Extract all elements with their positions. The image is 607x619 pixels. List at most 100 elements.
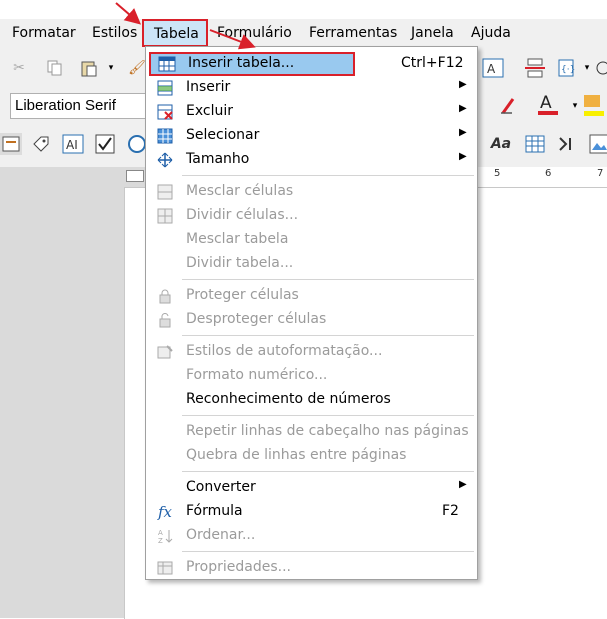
menu-separator <box>182 415 474 416</box>
menu-item-label: Formato numérico... <box>186 367 328 383</box>
menu-item-label: Converter <box>186 479 256 495</box>
cut-icon[interactable]: ✂ <box>8 57 30 79</box>
submenu-arrow-icon: ▶ <box>459 79 467 90</box>
submenu-arrow-icon: ▶ <box>459 479 467 490</box>
sort-icon: AZ <box>156 527 174 545</box>
submenu-arrow-icon: ▶ <box>459 103 467 114</box>
lock-icon <box>156 287 174 305</box>
menu-item-shortcut: F2 <box>442 503 459 519</box>
menu-estilos[interactable]: Estilos <box>92 25 137 41</box>
menu-item-label: Dividir tabela... <box>186 255 294 271</box>
menu-item-proteger-celulas[interactable]: Proteger células <box>146 284 477 308</box>
ruler-mark: 5 <box>494 168 501 179</box>
menu-item-inserir-tabela[interactable]: Inserir tabela... <box>149 52 355 76</box>
properties-icon <box>156 559 174 577</box>
ruler-mark: 6 <box>545 168 552 179</box>
menu-item-tamanho[interactable]: Tamanho ▶ <box>146 148 477 172</box>
menu-separator <box>182 551 474 552</box>
svg-text:{·}: {·} <box>561 65 575 75</box>
menu-item-label: Fórmula <box>186 503 243 519</box>
special-char-icon[interactable] <box>592 57 607 79</box>
menu-item-shortcut: Ctrl+F12 <box>401 55 464 71</box>
menu-item-desproteger-celulas[interactable]: Desproteger células <box>146 308 477 332</box>
field-icon[interactable]: {·} <box>556 57 578 79</box>
menu-item-formula[interactable]: fx Fórmula F2 <box>146 500 477 524</box>
ruler: 5 6 7 <box>478 167 607 188</box>
font-name-combo[interactable]: Liberation Serif <box>10 93 150 119</box>
menu-item-inserir[interactable]: Inserir ▶ <box>146 76 477 100</box>
menu-item-label: Estilos de autoformatação... <box>186 343 383 359</box>
table-icon <box>158 55 176 73</box>
submenu-arrow-icon: ▶ <box>459 127 467 138</box>
menu-item-repetir-cabecalho[interactable]: Repetir linhas de cabeçalho nas páginas <box>146 420 477 444</box>
paste-icon[interactable] <box>78 57 100 79</box>
tag-icon[interactable] <box>30 133 52 155</box>
formula-icon: fx <box>157 503 172 521</box>
paste-dropdown-icon[interactable]: ▾ <box>100 57 122 79</box>
split-cells-icon <box>156 207 174 225</box>
image-icon[interactable] <box>588 133 607 155</box>
svg-text:Z: Z <box>158 537 163 544</box>
menu-item-quebra-linhas[interactable]: Quebra de linhas entre páginas <box>146 444 477 468</box>
menu-item-label: Mesclar células <box>186 183 294 199</box>
menu-item-dividir-tabela[interactable]: Dividir tabela... <box>146 252 477 276</box>
menu-item-label: Mesclar tabela <box>186 231 289 247</box>
menu-separator <box>182 175 474 176</box>
ruler-margin-marker[interactable] <box>126 170 144 182</box>
menu-ajuda[interactable]: Ajuda <box>471 25 511 41</box>
menu-formatar[interactable]: Formatar <box>12 25 76 41</box>
delete-table-icon <box>156 103 174 121</box>
font-case-icon[interactable]: Aa <box>490 133 512 155</box>
tabela-dropdown-menu: Inserir tabela... Ctrl+F12 Inserir ▶ Exc… <box>145 46 478 580</box>
submenu-arrow-icon: ▶ <box>459 151 467 162</box>
checkbox-icon[interactable] <box>94 133 116 155</box>
menu-bar: Formatar Estilos Tabela Formulário Ferra… <box>0 19 607 49</box>
menu-janela[interactable]: Janela <box>411 25 454 41</box>
menu-item-label: Ordenar... <box>186 527 256 543</box>
menu-item-label: Tamanho <box>186 151 250 167</box>
menu-item-label: Quebra de linhas entre páginas <box>186 447 407 463</box>
unlock-icon <box>156 311 174 329</box>
menu-item-mesclar-celulas[interactable]: Mesclar células <box>146 180 477 204</box>
text-frame-icon[interactable]: A <box>482 57 504 79</box>
menu-tabela[interactable]: Tabela <box>142 19 208 47</box>
menu-item-label: Proteger células <box>186 287 299 303</box>
menu-item-mesclar-tabela[interactable]: Mesclar tabela <box>146 228 477 252</box>
menu-item-label: Desproteger células <box>186 311 327 327</box>
select-table-icon <box>156 127 174 145</box>
menu-formulario[interactable]: Formulário <box>217 25 292 41</box>
menu-item-converter[interactable]: Converter ▶ <box>146 476 477 500</box>
copy-icon[interactable] <box>44 57 66 79</box>
menu-item-formato-numerico[interactable]: Formato numérico... <box>146 364 477 388</box>
menu-separator <box>182 335 474 336</box>
menu-item-autoformatacao[interactable]: Estilos de autoformatação... <box>146 340 477 364</box>
merge-cells-icon <box>156 183 174 201</box>
menu-item-propriedades[interactable]: Propriedades... <box>146 556 477 580</box>
clear-formatting-icon[interactable] <box>498 95 520 117</box>
menu-item-label: Dividir células... <box>186 207 299 223</box>
page-break-icon[interactable] <box>524 57 546 79</box>
autoformat-icon <box>156 343 174 361</box>
menu-ferramentas[interactable]: Ferramentas <box>309 25 397 41</box>
menu-item-ordenar[interactable]: AZ Ordenar... <box>146 524 477 548</box>
ruler-mark: 7 <box>597 168 604 179</box>
menu-item-label: Excluir <box>186 103 233 119</box>
svg-text:A: A <box>487 62 496 76</box>
insert-table-icon[interactable] <box>524 133 546 155</box>
label-field-icon[interactable]: AI <box>62 133 84 155</box>
menu-item-label: Inserir tabela... <box>188 55 295 71</box>
menu-separator <box>182 279 474 280</box>
menu-separator <box>182 471 474 472</box>
menu-tabela-label: Tabela <box>154 26 199 42</box>
menu-item-dividir-celulas[interactable]: Dividir células... <box>146 204 477 228</box>
menu-item-selecionar[interactable]: Selecionar ▶ <box>146 124 477 148</box>
menu-item-excluir[interactable]: Excluir ▶ <box>146 100 477 124</box>
menu-item-label: Selecionar <box>186 127 260 143</box>
menu-item-reconhecimento-numeros[interactable]: Reconhecimento de números <box>146 388 477 412</box>
navigator-icon[interactable] <box>556 133 578 155</box>
highlight-icon[interactable] <box>582 94 604 116</box>
form-control-icon[interactable] <box>0 133 22 155</box>
insert-rows-icon <box>156 79 174 97</box>
svg-text:AI: AI <box>66 138 78 152</box>
font-color-icon[interactable]: A <box>536 93 558 115</box>
